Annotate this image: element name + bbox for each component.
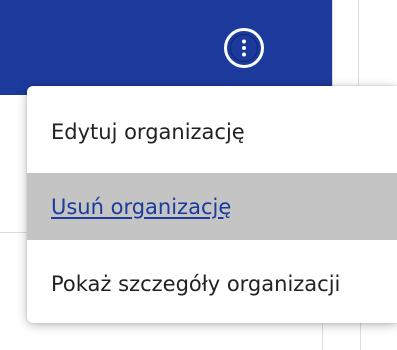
- background-divider: [358, 0, 359, 95]
- actions-dropdown-menu: Edytuj organizację Usuń organizację Poka…: [27, 86, 397, 323]
- background-divider: [332, 0, 333, 95]
- more-actions-button[interactable]: [224, 28, 264, 68]
- background-divider: [360, 322, 361, 350]
- header-bar: [0, 0, 332, 95]
- background-divider: [322, 322, 323, 350]
- background-divider: [0, 232, 30, 233]
- page: Edytuj organizację Usuń organizację Poka…: [0, 0, 397, 350]
- menu-item-edit-organization[interactable]: Edytuj organizację: [27, 95, 397, 169]
- kebab-vertical-icon: [230, 34, 258, 62]
- menu-item-show-organization-details[interactable]: Pokaż szczegóły organizacji: [27, 247, 397, 321]
- menu-item-label: Pokaż szczegóły organizacji: [51, 272, 341, 296]
- menu-item-label: Edytuj organizację: [51, 120, 245, 144]
- menu-item-delete-organization[interactable]: Usuń organizację: [27, 173, 397, 240]
- menu-item-label: Usuń organizację: [51, 194, 232, 219]
